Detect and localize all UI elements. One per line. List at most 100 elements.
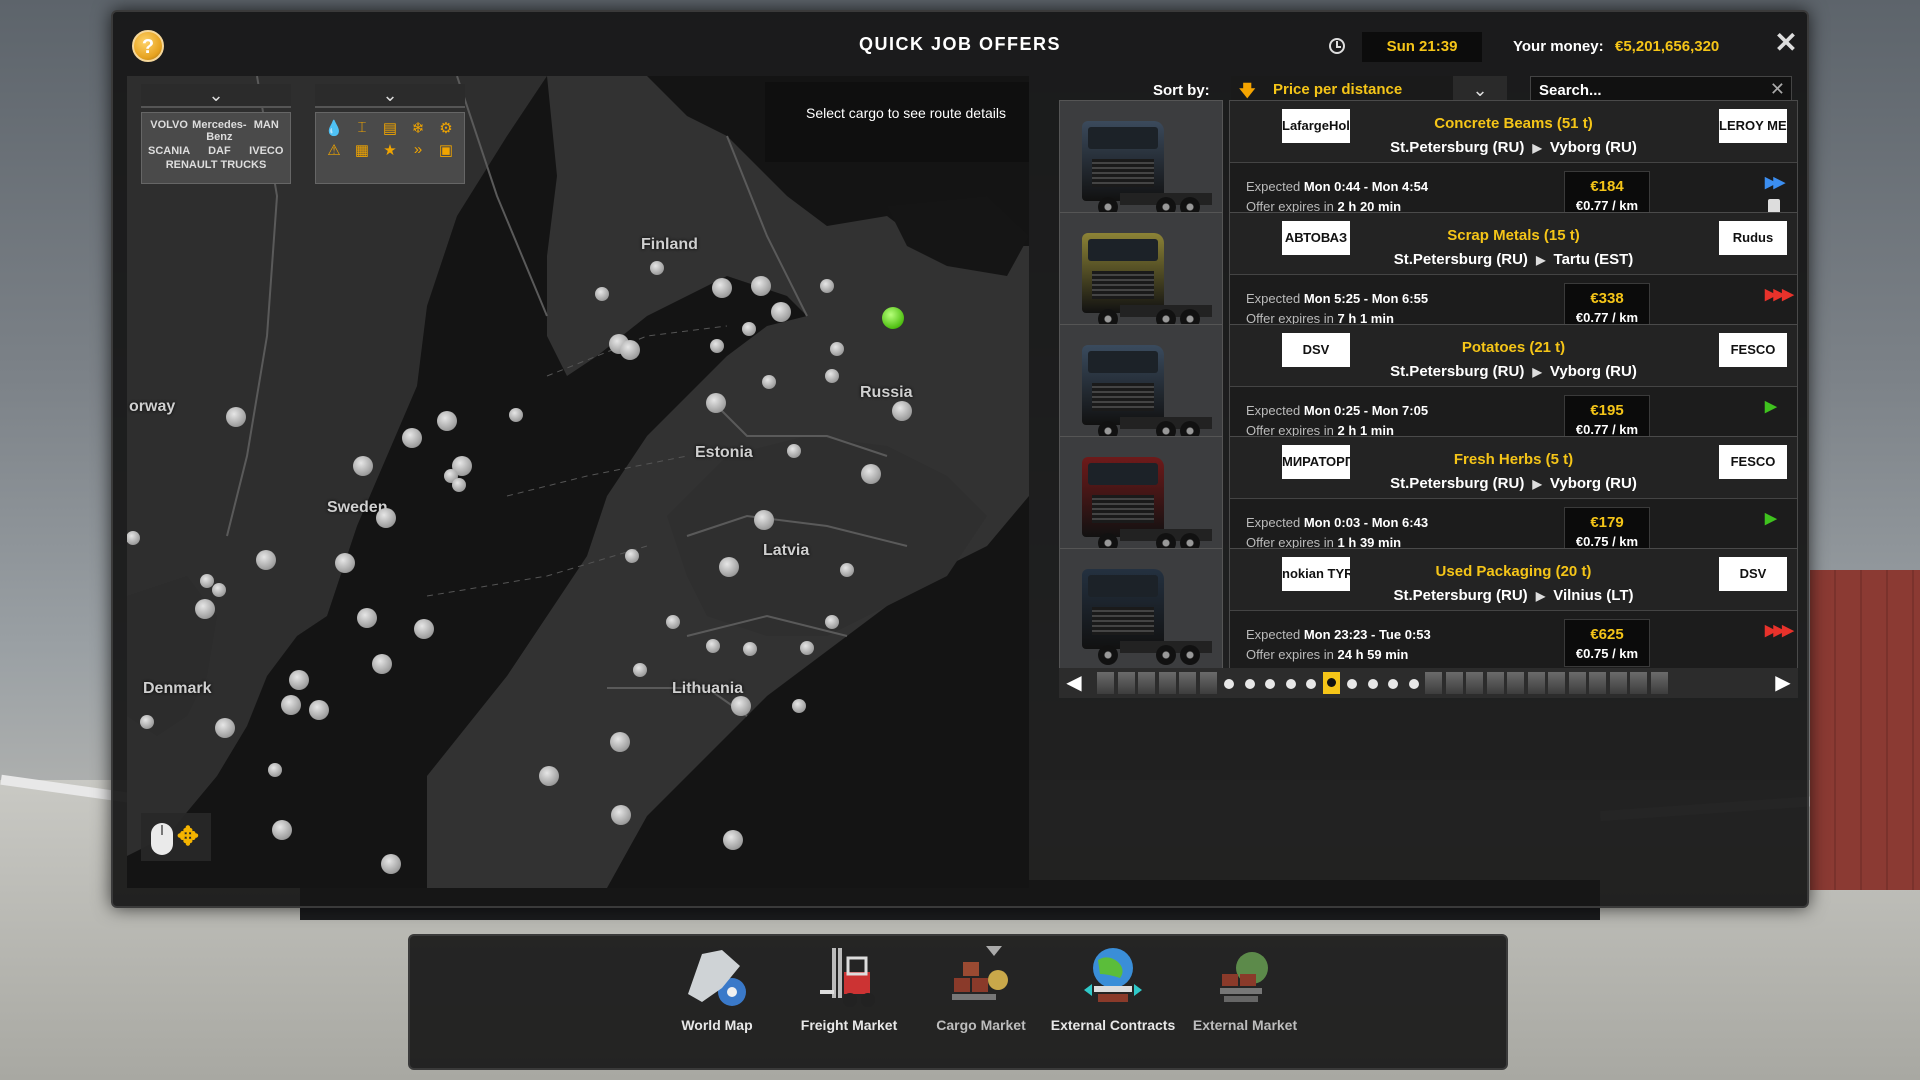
page-dot[interactable]: [1285, 679, 1296, 689]
city-dot[interactable]: [414, 619, 434, 639]
city-dot[interactable]: [272, 820, 292, 840]
brand-man[interactable]: MAN: [249, 119, 284, 143]
brand-volvo[interactable]: VOLVO: [148, 119, 190, 143]
city-dot[interactable]: [830, 342, 844, 356]
page-segment[interactable]: [1589, 672, 1606, 694]
page-dot[interactable]: [1408, 679, 1419, 689]
page-segment[interactable]: [1158, 672, 1176, 694]
city-dot[interactable]: [706, 639, 720, 653]
city-dot[interactable]: [712, 278, 732, 298]
city-dot[interactable]: [731, 696, 751, 716]
page-segment[interactable]: [1097, 672, 1114, 694]
brand-filter-toggle[interactable]: ⌄: [141, 84, 291, 108]
city-dot[interactable]: [719, 557, 739, 577]
page-segment[interactable]: [1650, 672, 1668, 694]
city-dot[interactable]: [309, 700, 329, 720]
star-icon[interactable]: ★: [378, 141, 402, 159]
city-dot[interactable]: [723, 830, 743, 850]
city-dot[interactable]: [595, 287, 609, 301]
city-dot[interactable]: [787, 444, 801, 458]
city-dot[interactable]: [892, 401, 912, 421]
city-dot[interactable]: [706, 393, 726, 413]
cargo-filter-panel[interactable]: 💧 ⌶ ▤ ❄ ⚙ ⚠ ▦ ★ » ▣: [315, 112, 465, 184]
prev-page-button[interactable]: ◀: [1059, 668, 1089, 698]
page-segment[interactable]: [1445, 672, 1463, 694]
city-dot[interactable]: [840, 563, 854, 577]
dock-cargo-market[interactable]: Cargo Market: [916, 944, 1046, 1034]
adr-icon[interactable]: ⚠: [322, 141, 346, 159]
city-dot[interactable]: [226, 407, 246, 427]
crane-icon[interactable]: ⌶: [350, 119, 374, 137]
close-button[interactable]: ✕: [1771, 28, 1801, 58]
city-dot[interactable]: [800, 641, 814, 655]
city-dot[interactable]: [825, 369, 839, 383]
page-segment[interactable]: [1199, 672, 1217, 694]
page-segment[interactable]: [1138, 672, 1155, 694]
dock-world-map[interactable]: World Map: [652, 944, 782, 1034]
city-dot[interactable]: [357, 608, 377, 628]
snowflake-icon[interactable]: ❄: [406, 119, 430, 137]
page-dot[interactable]: [1244, 679, 1255, 689]
job-offer-card[interactable]: nokian TYRES Used Packaging (20 t) St.Pe…: [1059, 548, 1798, 680]
city-dot[interactable]: [820, 279, 834, 293]
dock-freight-market[interactable]: Freight Market: [784, 944, 914, 1034]
city-dot[interactable]: [381, 854, 401, 874]
selected-city-dot[interactable]: [882, 307, 904, 329]
city-dot[interactable]: [710, 339, 724, 353]
page-dot[interactable]: [1224, 679, 1234, 689]
city-dot[interactable]: [762, 375, 776, 389]
city-dot[interactable]: [268, 763, 282, 777]
page-segment[interactable]: [1609, 672, 1627, 694]
city-dot[interactable]: [215, 718, 235, 738]
city-dot[interactable]: [376, 508, 396, 528]
clear-search-icon[interactable]: ✕: [1770, 79, 1785, 100]
liquid-icon[interactable]: 💧: [322, 119, 346, 137]
brand-mercedes[interactable]: Mercedes-Benz: [192, 119, 246, 143]
brand-iveco[interactable]: IVECO: [249, 145, 284, 157]
brand-scania[interactable]: SCANIA: [148, 145, 190, 157]
city-dot[interactable]: [437, 411, 457, 431]
city-dot[interactable]: [452, 478, 466, 492]
city-dot[interactable]: [666, 615, 680, 629]
city-dot[interactable]: [771, 302, 791, 322]
page-segment[interactable]: [1425, 672, 1442, 694]
city-dot[interactable]: [650, 261, 664, 275]
page-segment[interactable]: [1630, 672, 1647, 694]
dock-external-contracts[interactable]: External Contracts: [1048, 944, 1178, 1034]
container-icon[interactable]: ▤: [378, 119, 402, 137]
page-segment[interactable]: [1486, 672, 1504, 694]
job-details[interactable]: nokian TYRES Used Packaging (20 t) St.Pe…: [1229, 548, 1798, 680]
page-segment[interactable]: [1179, 672, 1196, 694]
city-dot[interactable]: [281, 695, 301, 715]
oversize-icon[interactable]: ▦: [350, 141, 374, 159]
brand-renault[interactable]: RENAULT TRUCKS: [148, 159, 284, 171]
page-segment[interactable]: [1548, 672, 1565, 694]
fragile-icon[interactable]: ⚙: [434, 119, 458, 137]
next-page-button[interactable]: ▶: [1768, 668, 1798, 698]
city-dot[interactable]: [625, 549, 639, 563]
dock-external-market[interactable]: External Market: [1180, 944, 1310, 1034]
city-dot[interactable]: [256, 550, 276, 570]
city-dot[interactable]: [212, 583, 226, 597]
current-page-indicator[interactable]: [1322, 672, 1340, 694]
city-dot[interactable]: [539, 766, 559, 786]
brand-filter-panel[interactable]: VOLVO Mercedes-Benz MAN SCANIA DAF IVECO…: [141, 112, 291, 184]
page-segment[interactable]: [1466, 672, 1483, 694]
city-dot[interactable]: [611, 805, 631, 825]
city-dot[interactable]: [402, 428, 422, 448]
city-dot[interactable]: [633, 663, 647, 677]
page-dot[interactable]: [1367, 679, 1378, 689]
city-dot[interactable]: [861, 464, 881, 484]
page-dot[interactable]: [1265, 679, 1275, 689]
city-dot[interactable]: [353, 456, 373, 476]
lock-icon[interactable]: ▣: [434, 141, 458, 159]
city-dot[interactable]: [509, 408, 523, 422]
city-dot[interactable]: [195, 599, 215, 619]
page-segment[interactable]: [1527, 672, 1545, 694]
page-dot[interactable]: [1388, 679, 1398, 689]
page-dot[interactable]: [1347, 679, 1357, 689]
city-dot[interactable]: [372, 654, 392, 674]
page-segment[interactable]: [1568, 672, 1586, 694]
page-selector[interactable]: ◀ ▶: [1059, 668, 1798, 698]
city-dot[interactable]: [742, 322, 756, 336]
